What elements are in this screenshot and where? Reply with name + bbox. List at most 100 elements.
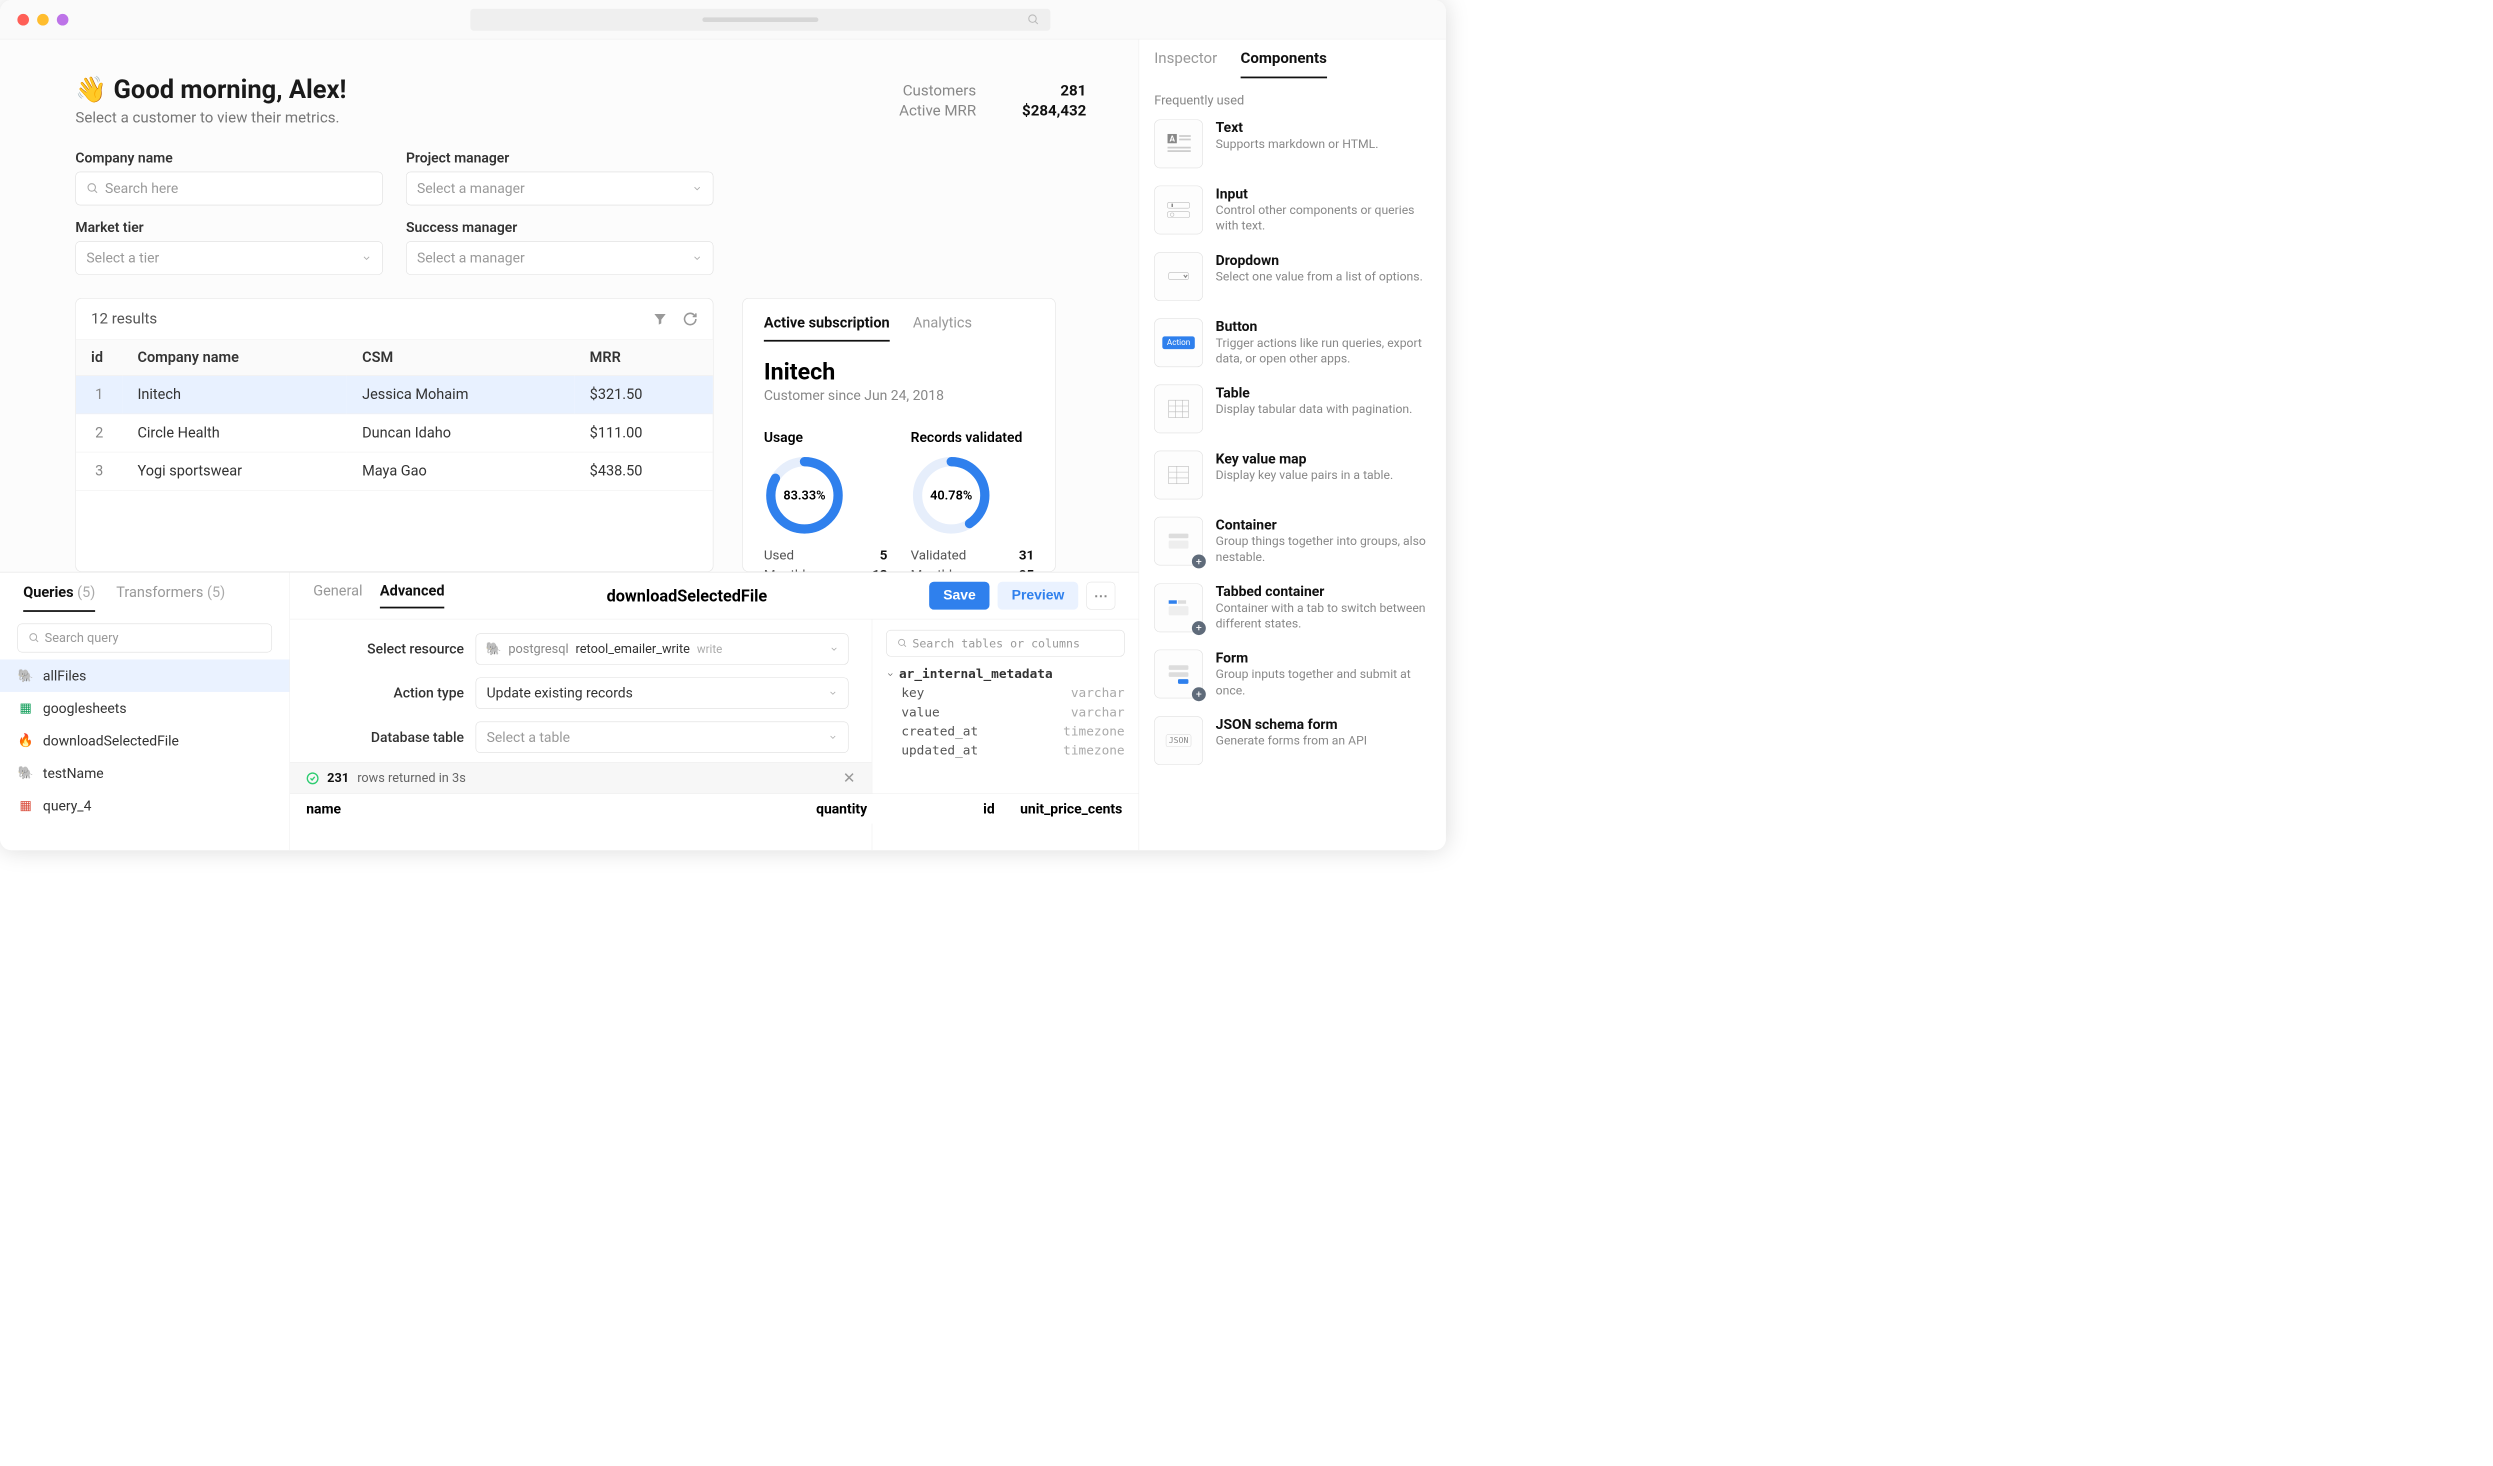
more-button[interactable]: ⋯ [1086,582,1115,610]
schema-column[interactable]: updated_attimezone [886,741,1124,760]
action-label: Action type [313,685,464,701]
table-row[interactable]: 1InitechJessica Mohaim$321.50 [76,376,713,414]
col-csm[interactable]: CSM [347,340,575,376]
company-search-input[interactable]: Search here [75,172,382,206]
tab-analytics[interactable]: Analytics [913,315,972,342]
resource-select[interactable]: 🐘 postgresql retool_emailer_write write [476,633,849,664]
component-json-schema-form[interactable]: JSON JSON schema form Generate forms fro… [1154,716,1431,765]
resultcol-quantity[interactable]: quantity [740,801,868,817]
component-button[interactable]: Action Button Trigger actions like run q… [1154,318,1431,367]
query-icon: ▦ [17,798,33,814]
col-id[interactable]: id [76,340,122,376]
used-label: Used [764,548,794,564]
minimize-window-icon[interactable] [37,14,49,26]
tab-components[interactable]: Components [1240,50,1326,78]
customer-card: Active subscription Analytics Initech Cu… [742,298,1055,572]
close-icon[interactable]: ✕ [843,769,856,786]
button-icon: Action [1154,318,1203,367]
resultcol-unitprice[interactable]: unit_price_cents [995,801,1123,817]
subtab-general[interactable]: General [313,583,362,609]
component-input[interactable]: Input Control other components or querie… [1154,186,1431,235]
add-badge-icon: + [1192,621,1206,635]
maximize-window-icon[interactable] [57,14,69,26]
component-dropdown[interactable]: Dropdown Select one value from a list of… [1154,252,1431,301]
pm-placeholder: Select a manager [417,180,525,196]
query-search-input[interactable]: Search query [17,624,272,653]
sm-placeholder: Select a manager [417,250,525,266]
dropdown-icon [1154,252,1203,301]
query-icon: 🐘 [17,765,33,781]
schema-column[interactable]: keyvarchar [886,684,1124,703]
schema-column[interactable]: created_attimezone [886,722,1124,741]
tab-active-subscription[interactable]: Active subscription [764,315,890,342]
success-icon [306,772,319,785]
card-title: Initech [764,358,1034,385]
components-heading: Frequently used [1154,93,1431,108]
schema-search-input[interactable]: Search tables or columns [886,630,1124,657]
resource-name: retool_emailer_write [576,642,690,657]
query-icon: ▦ [17,700,33,716]
svg-text:A: A [1169,134,1175,144]
query-item-allFiles[interactable]: 🐘allFiles [0,659,289,691]
status-count: 231 [327,771,349,786]
schema-column[interactable]: valuevarchar [886,703,1124,722]
component-container[interactable]: + Container Group things together into g… [1154,517,1431,566]
chevron-down-icon [692,183,702,193]
table-row[interactable]: 2Circle HealthDuncan Idaho$111.00 [76,414,713,452]
resource-label: Select resource [313,641,464,657]
subtab-advanced[interactable]: Advanced [380,583,445,609]
table-row[interactable]: 3Yogi sportswearMaya Gao$438.50 [76,452,713,490]
form-icon: + [1154,650,1203,699]
filter-icon[interactable] [653,311,668,326]
text-icon: A [1154,119,1203,168]
refresh-icon[interactable] [683,311,698,326]
omnibar[interactable] [470,8,1050,30]
usage-title: Usage [764,429,888,445]
component-form[interactable]: + Form Group inputs together and submit … [1154,650,1431,699]
results-count: 12 results [91,310,157,327]
query-item-googlesheets[interactable]: ▦googlesheets [0,692,289,724]
query-item-query_4[interactable]: ▦query_4 [0,789,289,821]
col-company[interactable]: Company name [122,340,347,376]
search-icon [28,632,40,644]
card-since: Customer since Jun 24, 2018 [764,387,1034,403]
action-select[interactable]: Update existing records [476,677,849,708]
action-value: Update existing records [487,685,633,701]
tab-transformers[interactable]: Transformers (5) [116,584,225,612]
search-icon [86,182,99,195]
component-table[interactable]: Table Display tabular data with paginati… [1154,385,1431,434]
col-mrr[interactable]: MRR [575,340,713,376]
json-icon: JSON [1154,716,1203,765]
close-window-icon[interactable] [17,14,29,26]
query-item-testName[interactable]: 🐘testName [0,757,289,789]
component-tabbed-container[interactable]: + Tabbed container Container with a tab … [1154,583,1431,632]
resource-mode: write [697,642,722,656]
save-button[interactable]: Save [929,582,989,610]
schema-table-node[interactable]: ar_internal_metadata [886,665,1124,684]
query-item-downloadSelectedFile[interactable]: 🔥downloadSelectedFile [0,724,289,756]
records-gauge: 40.78% [911,455,992,536]
add-badge-icon: + [1192,688,1206,702]
stat-mrr-value: $284,432 [1005,102,1086,119]
resource-db: postgresql [508,642,568,657]
sm-label: Success manager [406,219,713,235]
component-key-value-map[interactable]: Key value map Display key value pairs in… [1154,451,1431,500]
kv-icon [1154,451,1203,500]
pm-select[interactable]: Select a manager [406,172,713,206]
chevron-down-icon [829,644,838,653]
component-text[interactable]: A Text Supports markdown or HTML. [1154,119,1431,168]
dbtable-placeholder: Select a table [487,729,570,745]
query-name: downloadSelectedFile [462,586,912,605]
greeting-subtitle: Select a customer to view their metrics. [75,109,346,126]
preview-button[interactable]: Preview [998,582,1078,610]
tab-queries[interactable]: Queries (5) [23,584,95,612]
dbtable-select[interactable]: Select a table [476,722,849,753]
resultcol-name[interactable]: name [306,801,739,817]
resultcol-id[interactable]: id [867,801,995,817]
sm-select[interactable]: Select a manager [406,241,713,275]
tab-inspector[interactable]: Inspector [1154,50,1217,78]
tier-select[interactable]: Select a tier [75,241,382,275]
table-icon [1154,385,1203,434]
search-icon [1027,13,1040,26]
search-icon [897,638,907,648]
